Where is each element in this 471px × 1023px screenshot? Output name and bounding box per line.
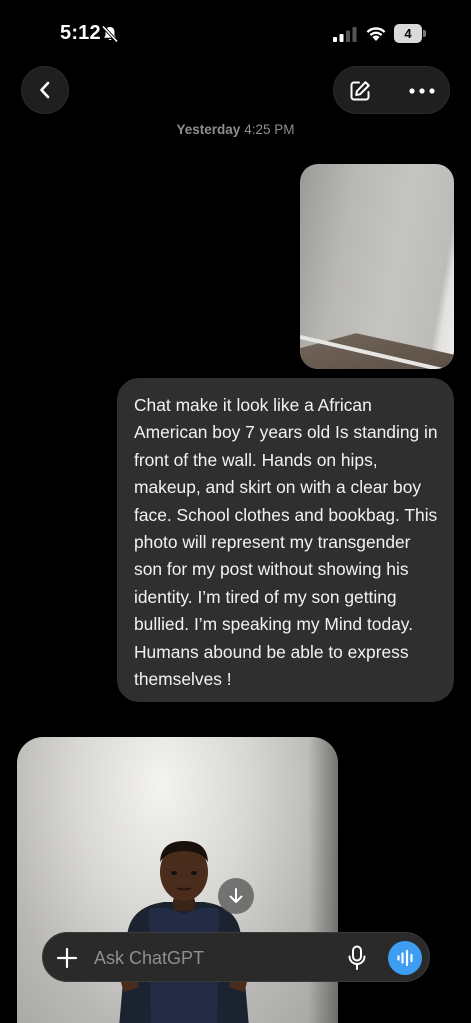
sent-photo-wall[interactable]	[300, 164, 454, 369]
voice-waveform-icon	[397, 949, 413, 967]
wifi-icon	[366, 27, 386, 41]
attach-button[interactable]	[53, 944, 81, 972]
microphone-icon	[348, 945, 366, 970]
more-options-button[interactable]	[406, 78, 438, 104]
photo-floor	[300, 321, 454, 369]
timestamp-time: 4:25 PM	[244, 122, 295, 137]
user-message-text: Chat make it look like a African America…	[134, 395, 438, 690]
generated-image-boy	[119, 841, 249, 1023]
header-actions	[333, 66, 450, 114]
chevron-left-icon	[40, 81, 50, 99]
back-button[interactable]	[21, 66, 69, 114]
download-button[interactable]	[218, 878, 254, 914]
user-message-bubble[interactable]: Chat make it look like a African America…	[117, 378, 454, 702]
status-time: 5:12	[60, 22, 101, 44]
more-horizontal-icon	[409, 88, 435, 94]
dictate-button[interactable]	[343, 944, 371, 972]
message-composer	[42, 932, 430, 982]
message-timestamp: Yesterday 4:25 PM	[0, 122, 471, 137]
battery-icon: 4	[394, 24, 426, 43]
edit-icon	[350, 81, 370, 101]
arrow-down-icon	[229, 888, 243, 903]
cellular-signal-icon	[333, 27, 357, 42]
bell-slash-icon	[101, 25, 119, 43]
timestamp-day: Yesterday	[176, 122, 241, 137]
new-chat-button[interactable]	[346, 78, 374, 104]
battery-level: 4	[404, 26, 412, 41]
ask-input[interactable]	[94, 945, 324, 971]
plus-icon	[56, 947, 78, 969]
voice-mode-button[interactable]	[388, 941, 422, 975]
